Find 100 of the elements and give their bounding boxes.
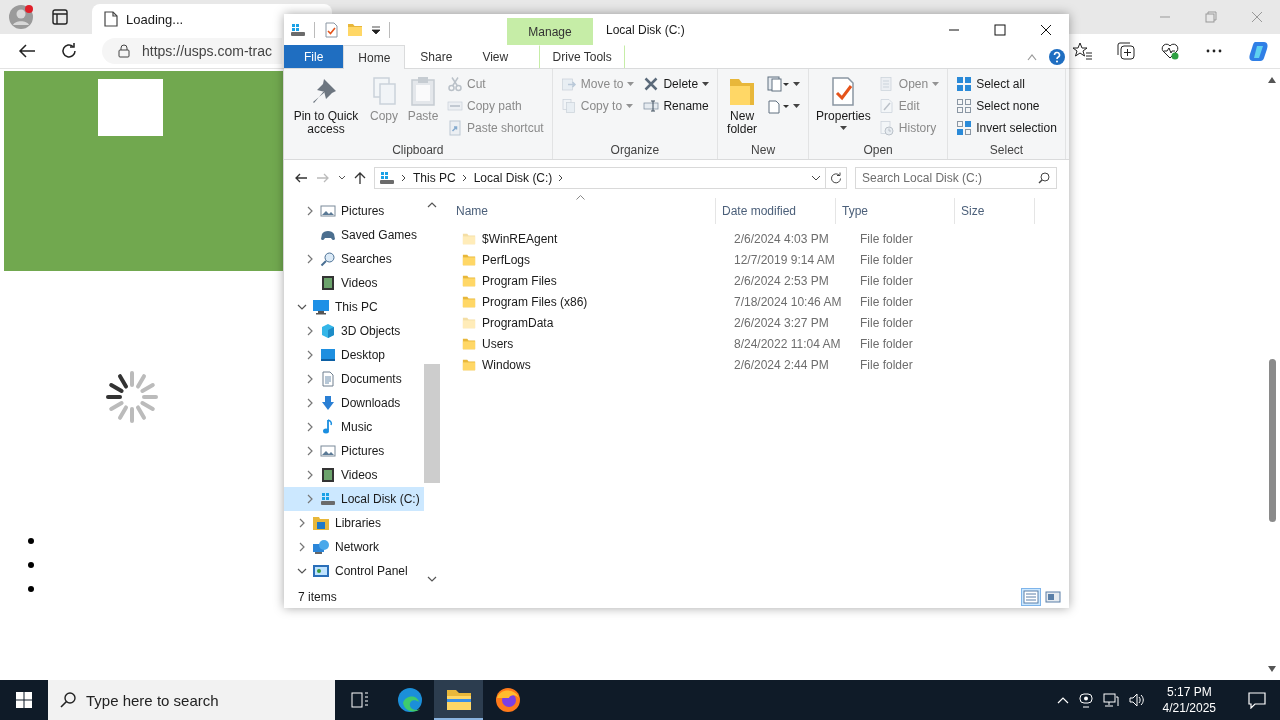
breadcrumb[interactable]: Local Disk (C:)	[473, 171, 553, 185]
show-hidden-icons-icon[interactable]	[1056, 696, 1069, 704]
nav-item[interactable]: Saved Games	[284, 223, 424, 247]
ribbon-tab[interactable]: File	[284, 45, 344, 68]
close-icon[interactable]	[1040, 23, 1052, 36]
file-name[interactable]: Users	[482, 336, 514, 351]
nav-item[interactable]: Searches	[284, 247, 424, 271]
scroll-down-icon[interactable]	[427, 576, 437, 582]
expand-icon[interactable]	[305, 374, 315, 384]
nav-item[interactable]: This PC	[284, 295, 424, 319]
expand-icon[interactable]	[305, 350, 315, 360]
search-field[interactable]: Search Local Disk (C:)	[855, 167, 1057, 189]
scroll-down-icon[interactable]	[1268, 666, 1276, 672]
search-input[interactable]: Type here to search	[86, 691, 306, 709]
collapse-icon[interactable]	[297, 302, 307, 312]
file-name[interactable]: ProgramData	[482, 315, 554, 330]
scrollbar-thumb[interactable]	[424, 364, 440, 483]
ribbon-tab[interactable]: Drive Tools	[539, 45, 626, 68]
expand-icon[interactable]	[305, 494, 315, 504]
avatar-icon[interactable]	[8, 4, 34, 30]
properties-icon[interactable]	[323, 21, 339, 38]
nav-item[interactable]: Libraries	[284, 511, 424, 535]
nav-item[interactable]: Downloads	[284, 391, 424, 415]
search-input[interactable]: Search Local Disk (C:)	[862, 169, 1032, 187]
expand-icon[interactable]	[297, 518, 307, 528]
clock[interactable]: 5:17 PM 4/21/2025	[1154, 684, 1224, 716]
file-name[interactable]: Windows	[482, 357, 531, 372]
taskbar-app[interactable]	[434, 680, 483, 720]
network-icon[interactable]	[1102, 692, 1119, 708]
ribbon-button[interactable]: Delete	[640, 73, 713, 95]
recent-locations-icon[interactable]	[338, 175, 346, 181]
collapse-ribbon-icon[interactable]	[1027, 52, 1037, 61]
copilot-icon[interactable]	[1248, 40, 1270, 62]
nav-item[interactable]: Videos	[284, 271, 424, 295]
nav-item[interactable]: Documents	[284, 367, 424, 391]
expand-icon[interactable]	[305, 422, 315, 432]
nav-item[interactable]: Pictures	[284, 199, 424, 223]
ribbon-button[interactable]: Properties	[814, 73, 873, 141]
scroll-up-icon[interactable]	[1268, 77, 1276, 83]
address-field[interactable]: https://usps.com-trac	[102, 38, 282, 64]
back-icon[interactable]	[294, 172, 308, 184]
notification-icon[interactable]	[1248, 691, 1266, 709]
collapse-icon[interactable]	[297, 566, 307, 576]
breadcrumb[interactable]: This PC	[413, 171, 456, 185]
favorites-icon[interactable]	[1072, 42, 1092, 60]
maximize-icon[interactable]	[994, 23, 1006, 36]
refresh-icon[interactable]	[830, 172, 842, 184]
edge-icon[interactable]	[396, 687, 423, 713]
refresh-icon[interactable]	[60, 42, 78, 60]
column-header[interactable]: Name	[450, 198, 716, 224]
ribbon-tab[interactable]: View	[467, 45, 524, 68]
dropdown-icon[interactable]	[811, 175, 821, 181]
nav-item[interactable]: Control Panel	[284, 559, 424, 583]
column-header[interactable]: Size	[955, 198, 1035, 224]
breadcrumb-chevron-icon[interactable]	[401, 174, 407, 182]
file-name[interactable]: PerfLogs	[482, 252, 531, 267]
heart-pulse-icon[interactable]	[1160, 42, 1180, 60]
nav-item[interactable]: Videos	[284, 463, 424, 487]
expand-icon[interactable]	[297, 542, 307, 552]
file-name[interactable]: Program Files (x86)	[482, 294, 588, 309]
ribbon-tab[interactable]: Share	[405, 45, 468, 68]
view-button[interactable]	[1043, 588, 1063, 606]
collections-icon[interactable]	[1116, 42, 1136, 60]
nav-item[interactable]: Desktop	[284, 343, 424, 367]
taskbar-search-field[interactable]: Type here to search	[48, 680, 335, 720]
nav-item[interactable]: Network	[284, 535, 424, 559]
column-header[interactable]: Type	[836, 198, 955, 224]
folder-icon[interactable]	[445, 687, 472, 711]
nav-item[interactable]: 3D Objects	[284, 319, 424, 343]
expand-icon[interactable]	[305, 446, 315, 456]
expand-icon[interactable]	[305, 254, 315, 264]
file-name[interactable]: $WinREAgent	[482, 231, 558, 246]
task-view-icon[interactable]	[351, 692, 369, 708]
webcam-icon[interactable]	[1078, 692, 1093, 708]
scrollbar-thumb[interactable]	[1268, 359, 1276, 522]
ribbon-tab[interactable]: Home	[343, 45, 406, 69]
help-icon[interactable]	[1049, 48, 1065, 65]
expand-icon[interactable]	[305, 398, 315, 408]
nav-item[interactable]: Local Disk (C:)	[284, 487, 424, 511]
column-header[interactable]: Date modified	[716, 198, 836, 224]
firefox-icon[interactable]	[494, 687, 521, 713]
ribbon-button[interactable]: Select none	[953, 95, 1060, 117]
ribbon-button[interactable]: Invert selection	[953, 117, 1060, 139]
ribbon-button[interactable]: Rename	[640, 95, 713, 117]
ribbon-button[interactable]: New folder	[723, 73, 762, 141]
expand-icon[interactable]	[305, 470, 315, 480]
expand-icon[interactable]	[305, 206, 315, 216]
ribbon-button[interactable]: Select all	[953, 73, 1060, 95]
up-icon[interactable]	[354, 171, 366, 185]
back-icon[interactable]	[18, 43, 36, 59]
expand-icon[interactable]	[305, 326, 315, 336]
nav-item[interactable]: Music	[284, 415, 424, 439]
start-icon[interactable]	[16, 692, 32, 708]
speaker-icon[interactable]	[1128, 692, 1145, 708]
breadcrumb-chevron-icon[interactable]	[558, 174, 565, 182]
scroll-up-icon[interactable]	[427, 202, 437, 208]
address-bar[interactable]: This PC Local Disk (C:)	[374, 167, 847, 189]
nav-item[interactable]: Pictures	[284, 439, 424, 463]
breadcrumb-chevron-icon[interactable]	[461, 174, 468, 182]
ribbon-button[interactable]: Pin to Quick access	[289, 73, 363, 141]
